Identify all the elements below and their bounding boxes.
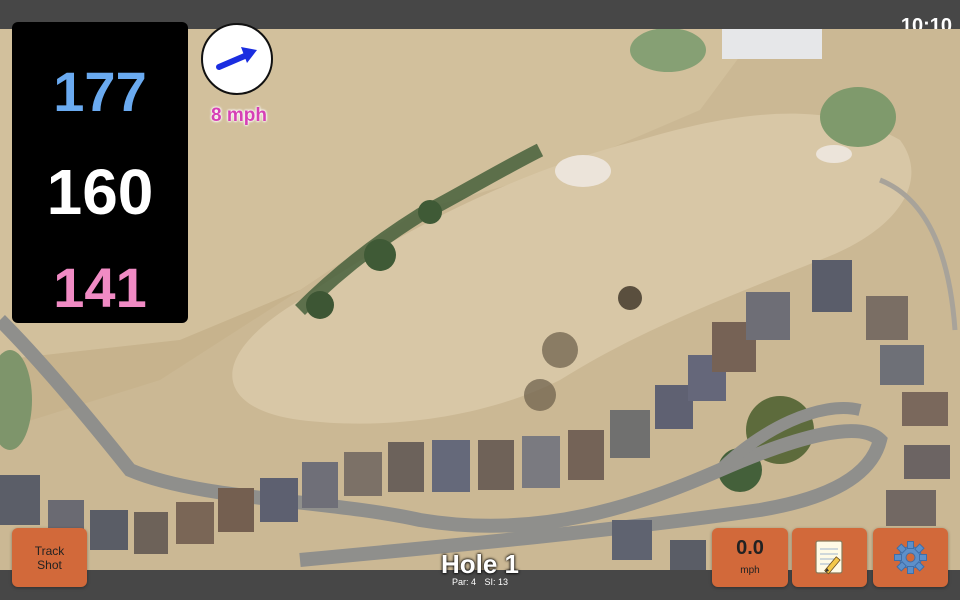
hole-title: Hole 1 (440, 549, 520, 579)
wind-arrow-icon (216, 47, 257, 70)
hole-par: Par: 4 (451, 577, 476, 587)
wind-speed-label: 8 mph (211, 105, 267, 126)
track-shot-button[interactable]: Track Shot (12, 528, 87, 587)
wind-indicator (201, 23, 273, 95)
track-shot-label-line1: Track (34, 543, 65, 558)
track-shot-label-line2: Shot (37, 557, 62, 572)
center-yardage: 160 (46, 156, 154, 228)
gear-icon (894, 541, 927, 574)
speed-unit: mph (740, 565, 760, 576)
front-yardage: 141 (53, 256, 147, 319)
speed-value: 0.0 (736, 537, 764, 559)
hole-stroke-index: SI: 13 (484, 577, 509, 587)
back-yardage: 177 (53, 60, 147, 123)
speed-button[interactable]: 0.0 mph (712, 528, 788, 587)
notepad-icon (815, 540, 843, 575)
hole-info: Par: 4 SI: 13 (380, 577, 580, 587)
yardage-panel: 177 160 141 (12, 22, 188, 323)
notes-button[interactable] (792, 528, 867, 587)
settings-button[interactable] (873, 528, 948, 587)
